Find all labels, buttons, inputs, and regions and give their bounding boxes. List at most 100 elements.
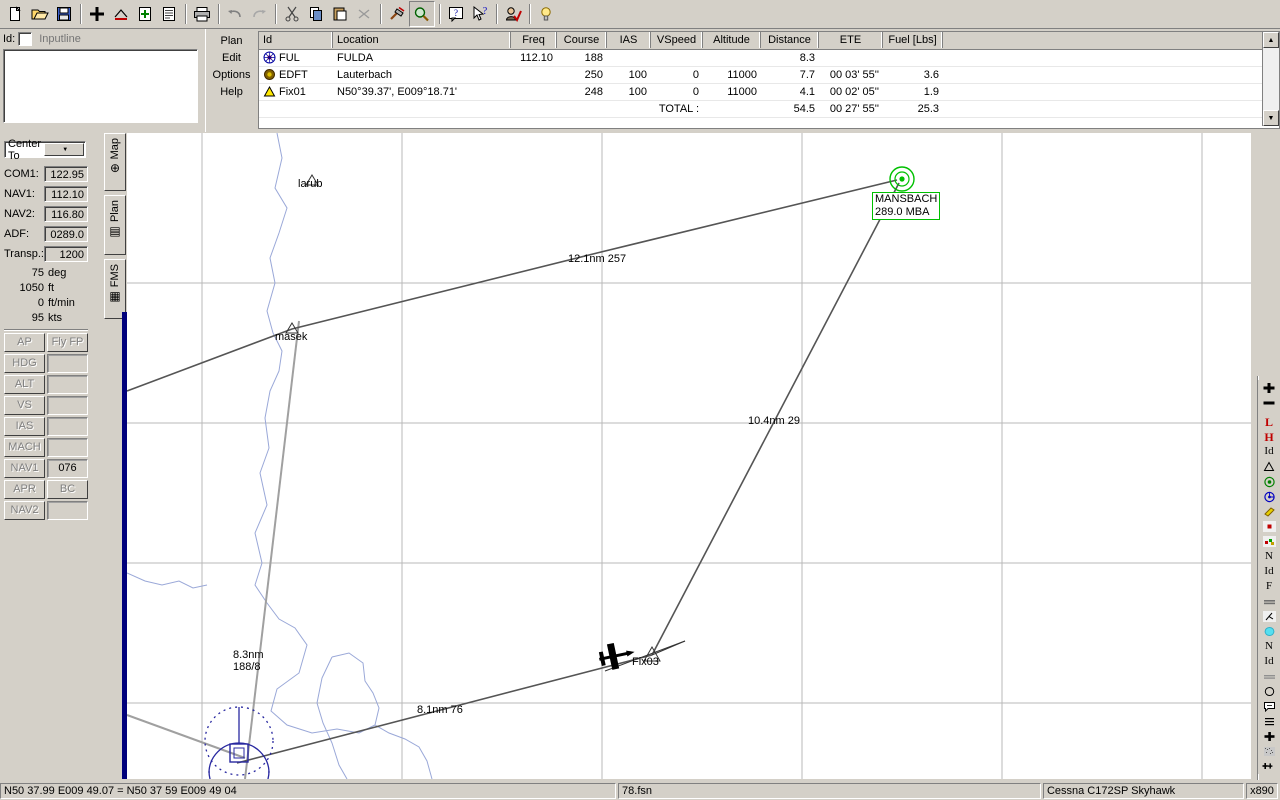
list-icon[interactable]	[157, 2, 181, 26]
scroll-down-icon[interactable]: ▼	[1263, 110, 1279, 126]
ias-value[interactable]	[47, 417, 88, 436]
user-check-icon[interactable]	[501, 2, 525, 26]
nav1-value[interactable]: 112.10	[44, 185, 88, 202]
vor-info-box-mansbach[interactable]: MANSBACH 289.0 MBA	[872, 192, 941, 220]
nav2-ap-button[interactable]: NAV2	[4, 501, 45, 520]
airport-colors-icon[interactable]	[1260, 534, 1278, 549]
column-header-ias[interactable]: IAS	[607, 32, 651, 48]
menu-item-plan[interactable]: Plan	[220, 33, 242, 50]
low-airways-icon[interactable]: L	[1260, 414, 1278, 429]
table-row[interactable]: EDFT Lauterbach 250 100 0 11000 7.7 00 0…	[259, 67, 1279, 84]
hdg-value[interactable]	[47, 354, 88, 373]
ias-button[interactable]: IAS	[4, 417, 45, 436]
add-waypoint-icon[interactable]	[85, 2, 109, 26]
nav1-ap-value[interactable]: 076	[47, 459, 88, 478]
cut-icon[interactable]	[280, 2, 304, 26]
map-canvas[interactable]	[127, 133, 1251, 779]
city-id-icon[interactable]: Id	[1260, 654, 1278, 669]
undo-icon[interactable]	[223, 2, 247, 26]
bc-button[interactable]: BC	[47, 480, 88, 499]
table-vertical-scrollbar[interactable]: ▲ ▼	[1262, 32, 1279, 126]
nav1-ap-button[interactable]: NAV1	[4, 459, 45, 478]
crosshair-icon[interactable]	[1260, 729, 1278, 744]
high-airways-icon[interactable]: H	[1260, 429, 1278, 444]
redo-icon[interactable]	[247, 2, 271, 26]
zoom-in-icon[interactable]	[1260, 380, 1278, 395]
delete-icon[interactable]	[352, 2, 376, 26]
table-row[interactable]: FUL FULDA 112.10 188 8.3	[259, 50, 1279, 67]
append-waypoint-icon[interactable]	[133, 2, 157, 26]
intersection-icon[interactable]	[1260, 459, 1278, 474]
airport-id-icon[interactable]: Id	[1260, 564, 1278, 579]
map-view[interactable]: larub masek Fix03 12.1nm 257 10.4nm 29 8…	[127, 133, 1251, 779]
ils-icon[interactable]	[1260, 609, 1278, 624]
id-listbox[interactable]	[3, 49, 198, 123]
tab-plan[interactable]: Plan ▤	[104, 195, 126, 255]
column-header-location[interactable]: Location	[333, 32, 511, 48]
context-help-icon[interactable]: ?	[468, 2, 492, 26]
chevron-down-icon[interactable]: ▼	[43, 143, 84, 156]
column-header-distance[interactable]: Distance	[761, 32, 819, 48]
tools-hammer-icon[interactable]	[385, 2, 409, 26]
airport-name-icon[interactable]: N	[1260, 549, 1278, 564]
com1-value[interactable]: 122.95	[44, 165, 88, 182]
airport-freq-icon[interactable]: F	[1260, 579, 1278, 594]
print-icon[interactable]	[190, 2, 214, 26]
lines-icon[interactable]	[1260, 714, 1278, 729]
alt-value[interactable]	[47, 375, 88, 394]
nav2-ap-value[interactable]	[47, 501, 88, 520]
new-file-icon[interactable]	[4, 2, 28, 26]
vs-button[interactable]: VS	[4, 396, 45, 415]
marker-icon[interactable]	[1260, 504, 1278, 519]
tab-map[interactable]: Map ⊕	[104, 133, 126, 191]
runway-icon[interactable]	[1260, 594, 1278, 609]
copy-icon[interactable]	[304, 2, 328, 26]
column-header-id[interactable]: Id	[259, 32, 333, 48]
scroll-up-icon[interactable]: ▲	[1263, 32, 1279, 48]
city-name-icon[interactable]: N	[1260, 639, 1278, 654]
waypoint-id-icon[interactable]: Id	[1260, 444, 1278, 459]
mach-value[interactable]	[47, 438, 88, 457]
paste-icon[interactable]	[328, 2, 352, 26]
open-file-icon[interactable]	[28, 2, 52, 26]
table-row[interactable]: Fix01 N50°39.37', E009°18.71' 248 100 0 …	[259, 84, 1279, 101]
about-icon[interactable]	[534, 2, 558, 26]
column-header-freq[interactable]: Freq	[511, 32, 557, 48]
circle-icon[interactable]	[1260, 684, 1278, 699]
vor-icon[interactable]	[1260, 474, 1278, 489]
column-header-altitude[interactable]: Altitude	[703, 32, 761, 48]
vs-value[interactable]	[47, 396, 88, 415]
plus-minus-icon[interactable]	[1260, 759, 1278, 774]
menu-item-edit[interactable]: Edit	[222, 50, 241, 67]
zoom-out-icon[interactable]	[1260, 395, 1278, 410]
fly-fp-button[interactable]: Fly FP	[47, 333, 88, 352]
hdg-button[interactable]: HDG	[4, 354, 45, 373]
column-header-course[interactable]: Course	[557, 32, 607, 48]
ndb-icon[interactable]	[1260, 489, 1278, 504]
zoom-magnifier-icon[interactable]	[409, 1, 435, 27]
id-checkbox[interactable]	[18, 32, 33, 46]
transponder-value[interactable]: 1200	[44, 245, 88, 262]
mach-button[interactable]: MACH	[4, 438, 45, 457]
menu-item-options[interactable]: Options	[213, 67, 251, 84]
column-header-ete[interactable]: ETE	[819, 32, 883, 48]
adf-value[interactable]: 0289.0	[44, 225, 88, 242]
center-mode-dropdown[interactable]: Center To ▼	[4, 138, 86, 162]
nav2-value[interactable]: 116.80	[44, 205, 88, 222]
small-airport-icon[interactable]	[1260, 519, 1278, 534]
ap-button[interactable]: AP	[4, 333, 45, 352]
column-header-vspeed[interactable]: VSpeed	[651, 32, 703, 48]
roads-icon[interactable]	[1260, 669, 1278, 684]
alt-button[interactable]: ALT	[4, 375, 45, 394]
menu-item-help[interactable]: Help	[220, 84, 243, 101]
column-header-fuel[interactable]: Fuel [Lbs]	[883, 32, 943, 48]
terrain-icon[interactable]	[1260, 744, 1278, 759]
scroll-track[interactable]	[1263, 48, 1279, 110]
apr-button[interactable]: APR	[4, 480, 45, 499]
help-topics-icon[interactable]: ?	[444, 2, 468, 26]
water-icon[interactable]	[1260, 624, 1278, 639]
save-file-icon[interactable]	[52, 2, 76, 26]
insert-waypoint-icon[interactable]	[109, 2, 133, 26]
label-icon[interactable]	[1260, 699, 1278, 714]
inputline-field[interactable]	[37, 31, 200, 47]
